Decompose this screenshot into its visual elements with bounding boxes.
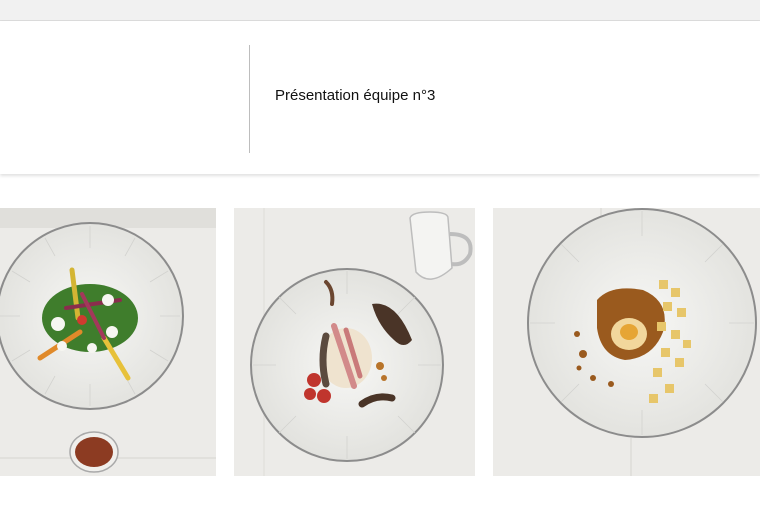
top-toolbar-strip (0, 0, 760, 21)
slide-header: Présentation équipe n°3 (0, 21, 760, 174)
slide-title: Présentation équipe n°3 (275, 87, 436, 104)
food-photo-2[interactable] (234, 208, 475, 476)
food-photo-3[interactable] (493, 208, 760, 476)
header-divider (249, 45, 250, 153)
food-photo-1[interactable] (0, 208, 216, 476)
